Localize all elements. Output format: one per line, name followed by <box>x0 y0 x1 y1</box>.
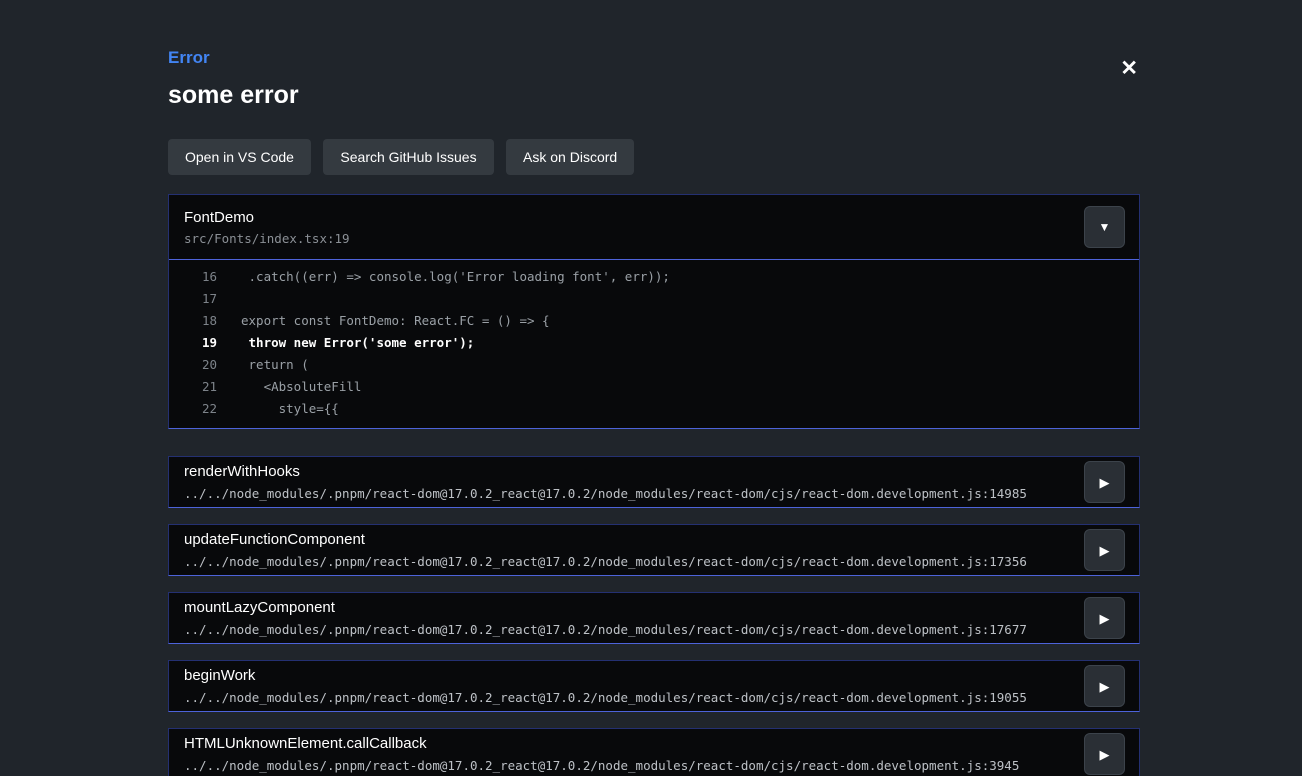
stack-frame-source: ../../node_modules/.pnpm/react-dom@17.0.… <box>184 690 1027 705</box>
stack-frame: HTMLUnknownElement.callCallback ../../no… <box>168 728 1140 776</box>
stack-frame-function: HTMLUnknownElement.callCallback <box>184 735 1019 752</box>
code-line: 18export const FontDemo: React.FC = () =… <box>169 310 1139 332</box>
error-overlay-content: ✕ Error some error Open in VS Code Searc… <box>0 0 1302 776</box>
code-frame-header: FontDemo src/Fonts/index.tsx:19 ▼ <box>169 195 1139 260</box>
stack-frame-function: updateFunctionComponent <box>184 531 1027 548</box>
stack-frame-function: renderWithHooks <box>184 463 1027 480</box>
code-line-highlighted: 19 throw new Error('some error'); <box>169 332 1139 354</box>
ask-on-discord-button[interactable]: Ask on Discord <box>506 139 634 175</box>
stack-frame-source: ../../node_modules/.pnpm/react-dom@17.0.… <box>184 486 1027 501</box>
open-stack-frame-button[interactable]: ▶ <box>1084 597 1125 639</box>
open-stack-frame-button[interactable]: ▶ <box>1084 461 1125 503</box>
play-icon: ▶ <box>1100 680 1110 693</box>
code-line: 17 <box>169 288 1139 310</box>
code-line: 22 style={{ <box>169 398 1139 420</box>
stack-frame-meta: beginWork ../../node_modules/.pnpm/react… <box>184 667 1027 705</box>
search-github-issues-button[interactable]: Search GitHub Issues <box>323 139 493 175</box>
stack-frame: renderWithHooks ../../node_modules/.pnpm… <box>168 456 1140 508</box>
stack-frame-source: ../../node_modules/.pnpm/react-dom@17.0.… <box>184 554 1027 569</box>
play-icon: ▶ <box>1100 476 1110 489</box>
stack-frame: beginWork ../../node_modules/.pnpm/react… <box>168 660 1140 712</box>
play-icon: ▶ <box>1100 544 1110 557</box>
stack-frame-meta: HTMLUnknownElement.callCallback ../../no… <box>184 735 1019 773</box>
code-frame-meta: FontDemo src/Fonts/index.tsx:19 <box>184 209 350 246</box>
line-source: <AbsoluteFill <box>217 379 361 394</box>
line-number: 17 <box>169 288 217 310</box>
stack-frame-function: beginWork <box>184 667 1027 684</box>
stack-frame: mountLazyComponent ../../node_modules/.p… <box>168 592 1140 644</box>
line-number: 18 <box>169 310 217 332</box>
collapse-code-frame-button[interactable]: ▼ <box>1084 206 1125 248</box>
code-frame-location: src/Fonts/index.tsx:19 <box>184 231 350 246</box>
stack-frame-meta: updateFunctionComponent ../../node_modul… <box>184 531 1027 569</box>
open-in-vscode-button[interactable]: Open in VS Code <box>168 139 311 175</box>
error-message: some error <box>168 81 1140 110</box>
code-frame-panel: FontDemo src/Fonts/index.tsx:19 ▼ 16 .ca… <box>168 194 1140 429</box>
chevron-down-icon: ▼ <box>1099 221 1111 233</box>
error-type-label: Error <box>168 48 1140 68</box>
stack-frame-meta: mountLazyComponent ../../node_modules/.p… <box>184 599 1027 637</box>
close-button[interactable]: ✕ <box>1120 58 1138 79</box>
stack-trace-list: renderWithHooks ../../node_modules/.pnpm… <box>168 456 1140 776</box>
line-source: throw new Error('some error'); <box>217 335 474 350</box>
action-buttons: Open in VS Code Search GitHub Issues Ask… <box>168 139 1140 175</box>
code-snippet: 16 .catch((err) => console.log('Error lo… <box>169 260 1139 428</box>
code-line: 16 .catch((err) => console.log('Error lo… <box>169 266 1139 288</box>
line-number: 21 <box>169 376 217 398</box>
open-stack-frame-button[interactable]: ▶ <box>1084 665 1125 707</box>
open-stack-frame-button[interactable]: ▶ <box>1084 733 1125 775</box>
stack-frame-function: mountLazyComponent <box>184 599 1027 616</box>
play-icon: ▶ <box>1100 612 1110 625</box>
line-source: .catch((err) => console.log('Error loadi… <box>217 269 670 284</box>
code-line: 20 return ( <box>169 354 1139 376</box>
line-source: return ( <box>217 357 309 372</box>
code-line: 21 <AbsoluteFill <box>169 376 1139 398</box>
line-number: 20 <box>169 354 217 376</box>
stack-frame: updateFunctionComponent ../../node_modul… <box>168 524 1140 576</box>
play-icon: ▶ <box>1100 748 1110 761</box>
line-source <box>217 291 241 306</box>
error-overlay: { "overlay": { "error_type": "Error", "e… <box>0 0 1302 776</box>
line-number: 22 <box>169 398 217 420</box>
line-source: style={{ <box>217 401 339 416</box>
stack-frame-source: ../../node_modules/.pnpm/react-dom@17.0.… <box>184 758 1019 773</box>
stack-frame-meta: renderWithHooks ../../node_modules/.pnpm… <box>184 463 1027 501</box>
line-number: 16 <box>169 266 217 288</box>
line-source: export const FontDemo: React.FC = () => … <box>217 313 550 328</box>
code-frame-title: FontDemo <box>184 209 350 226</box>
open-stack-frame-button[interactable]: ▶ <box>1084 529 1125 571</box>
line-number: 19 <box>169 332 217 354</box>
close-icon: ✕ <box>1120 57 1138 80</box>
stack-frame-source: ../../node_modules/.pnpm/react-dom@17.0.… <box>184 622 1027 637</box>
